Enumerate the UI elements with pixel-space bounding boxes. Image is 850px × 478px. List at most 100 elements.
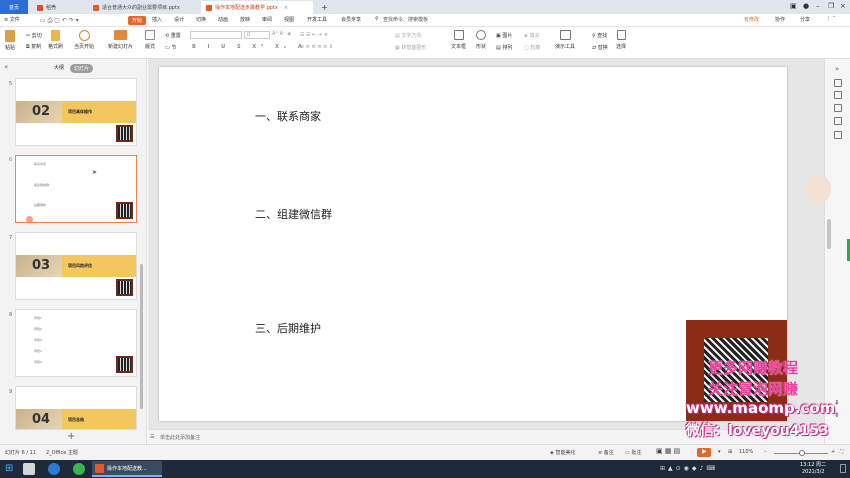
paste-button[interactable]: 粘贴 xyxy=(5,30,15,51)
command-search[interactable]: 查找命令、搜索模板 xyxy=(383,16,428,23)
menu-insert[interactable]: 插入 xyxy=(152,16,162,23)
font-family-select[interactable] xyxy=(190,31,242,39)
windows-start-icon[interactable]: ⊞ xyxy=(5,463,13,474)
slide-thumb-6[interactable]: 联系商家 组建微信群 后期维护 ➤ xyxy=(15,155,137,223)
modify-indicator[interactable]: 有修改 xyxy=(744,16,759,23)
list-buttons[interactable]: ☰ ☰ ⇤ ⇥ ≡ xyxy=(300,32,328,38)
menu-member[interactable]: 会员专享 xyxy=(341,16,361,23)
slide-thumb-5[interactable]: 02 项目具体操作 xyxy=(15,78,137,146)
collapse-right-icon[interactable]: » xyxy=(835,65,843,73)
select-button[interactable]: 选择 xyxy=(616,30,626,50)
menu-home[interactable]: 开始 xyxy=(128,16,147,25)
tab-slides[interactable]: 幻灯片 xyxy=(70,64,94,73)
replace-button[interactable]: ⇄ 替换 xyxy=(592,44,608,51)
tools-icon[interactable] xyxy=(834,131,842,139)
zoom-handle[interactable] xyxy=(799,450,805,456)
layout-icon xyxy=(145,30,155,40)
find-button[interactable]: ⚲ 查找 xyxy=(592,32,607,39)
menu-animation[interactable]: 动画 xyxy=(218,16,228,23)
add-slide-button[interactable]: + xyxy=(67,431,75,442)
menu-file[interactable]: ≡ 文件 xyxy=(4,16,20,23)
slide-text-3[interactable]: 三、后期维护 xyxy=(255,320,321,336)
more-icon[interactable]: ⋮ ˄ xyxy=(826,16,835,22)
copy-button[interactable]: ⧉ 复制 xyxy=(26,43,41,50)
menu-view[interactable]: 视图 xyxy=(284,16,294,23)
font-grow-icon[interactable]: A⁺ A⁻ ◈ xyxy=(272,31,291,37)
share-button[interactable]: 分享 xyxy=(800,16,810,23)
tab-doc2[interactable]: 操作本地配送步骤教学.pptx × xyxy=(201,1,313,14)
zoom-level[interactable]: 110% xyxy=(739,449,753,455)
fill-button[interactable]: ◈ 填充 xyxy=(524,32,539,39)
tab-home[interactable]: 首页 xyxy=(0,0,28,14)
layout-button[interactable]: 版式 xyxy=(145,30,155,50)
file-explorer-icon[interactable] xyxy=(23,463,35,475)
panel-scrollbar[interactable] xyxy=(140,264,143,409)
notes-toggle-button[interactable]: ≡ 备注 xyxy=(598,449,614,456)
menu-design[interactable]: 设计 xyxy=(174,16,184,23)
tab-docer[interactable]: 稻壳 xyxy=(32,1,61,14)
tab-outline[interactable]: 大纲 xyxy=(54,64,64,71)
tray-icons[interactable]: ⊞▲⊙◉◆♪⌨ xyxy=(660,465,718,472)
window-layout-icon[interactable]: ▣ xyxy=(790,2,797,10)
close-icon[interactable]: × xyxy=(840,2,846,10)
quick-access-icons[interactable]: ▭ ⎙ ▢ ↶ ↷ ▾ xyxy=(40,17,79,25)
menu-review[interactable]: 审阅 xyxy=(262,16,272,23)
outline-button[interactable]: ▢ 轮廓 xyxy=(524,44,540,51)
picture-tool-icon[interactable] xyxy=(834,104,842,112)
notes-placeholder: 单击此处添加备注 xyxy=(160,435,201,441)
collab-button[interactable]: 协作 xyxy=(775,16,785,23)
app-icon[interactable] xyxy=(73,463,85,475)
slideshow-dropdown-icon[interactable]: ▾ xyxy=(718,449,721,455)
comment-button[interactable]: ▭ 批注 xyxy=(625,449,641,456)
format-painter-button[interactable]: 格式刷 xyxy=(48,30,63,50)
slide-text-1[interactable]: 一、联系商家 xyxy=(255,108,321,124)
close-tab-icon[interactable]: × xyxy=(284,5,288,11)
new-slide-button[interactable]: 新建幻灯片 xyxy=(108,30,133,50)
cursor-icon xyxy=(616,30,626,40)
assistant-avatar[interactable] xyxy=(805,174,831,204)
search-icon: ⚲ xyxy=(375,16,379,22)
zoom-in-icon[interactable]: + xyxy=(831,449,835,455)
align-buttons[interactable]: ≡ ≡ ≡ ≡ ≡ ⇕ xyxy=(300,44,333,50)
slide-text-2[interactable]: 二、组建微信群 xyxy=(255,206,332,222)
fit-icon[interactable]: ⊞ xyxy=(728,449,732,455)
menu-slideshow[interactable]: 放映 xyxy=(240,16,250,23)
reset-button[interactable]: ⟲ 重置 xyxy=(165,32,181,39)
notification-icon[interactable] xyxy=(840,464,846,473)
slide-thumb-7[interactable]: 03 项目风险评估 xyxy=(15,232,137,300)
browser-icon[interactable] xyxy=(48,463,60,475)
settings-icon[interactable] xyxy=(834,117,842,125)
minimize-icon[interactable]: – xyxy=(816,2,820,10)
fit-window-icon[interactable]: ⛶ xyxy=(840,449,844,455)
animation-icon[interactable] xyxy=(834,91,842,99)
menu-developer[interactable]: 开发工具 xyxy=(307,16,327,23)
avatar[interactable]: ● xyxy=(803,2,809,10)
play-slide-icon[interactable] xyxy=(26,216,33,222)
canvas-scrollbar[interactable] xyxy=(827,219,831,249)
text-direction-button[interactable]: ▤ 文字方向· xyxy=(395,32,423,39)
section-button[interactable]: ▭ 节 xyxy=(165,44,176,51)
tab-doc1[interactable]: 适合普通大众的副业需要项目.pptx xyxy=(88,1,200,14)
smart-beautify-button[interactable]: ◈ 智能美化 xyxy=(550,449,575,456)
presentation-tools-button[interactable]: 演示工具 xyxy=(555,30,575,50)
font-size-select[interactable]: 0 xyxy=(244,31,270,39)
start-current-button[interactable]: 当页开始 xyxy=(74,30,94,50)
font-style-buttons[interactable]: B I U S X² X₂ A xyxy=(192,44,307,50)
shape-button[interactable]: 形状 xyxy=(476,30,486,50)
zoom-out-icon[interactable]: – xyxy=(764,449,767,455)
slide-thumb-8[interactable]: 风险1 风险2 风险3 风险4 风险5 xyxy=(15,309,137,377)
view-mode-buttons[interactable]: ▣ ▦ ▤ xyxy=(656,447,680,455)
collapse-panel-icon[interactable]: « xyxy=(4,63,8,71)
text-to-smartart-button[interactable]: ▦ 转智能图形 xyxy=(395,44,426,51)
cut-button[interactable]: ✂ 剪切 xyxy=(26,32,42,39)
properties-icon[interactable] xyxy=(834,79,842,87)
slide-thumb-9[interactable]: 04 项目总结 xyxy=(15,386,137,430)
menu-transition[interactable]: 切换 xyxy=(196,16,206,23)
new-tab-button[interactable]: + xyxy=(316,1,333,14)
textbox-button[interactable]: 文本框 xyxy=(451,30,466,50)
maximize-icon[interactable]: ❐ xyxy=(828,2,834,10)
arrange-button[interactable]: ▤ 排列 xyxy=(496,44,512,51)
notes-toggle-label: 备注 xyxy=(603,450,614,456)
taskbar-app-wps[interactable]: 操作本地配送教... xyxy=(92,461,162,477)
picture-button[interactable]: ▣ 图片 xyxy=(496,32,512,39)
